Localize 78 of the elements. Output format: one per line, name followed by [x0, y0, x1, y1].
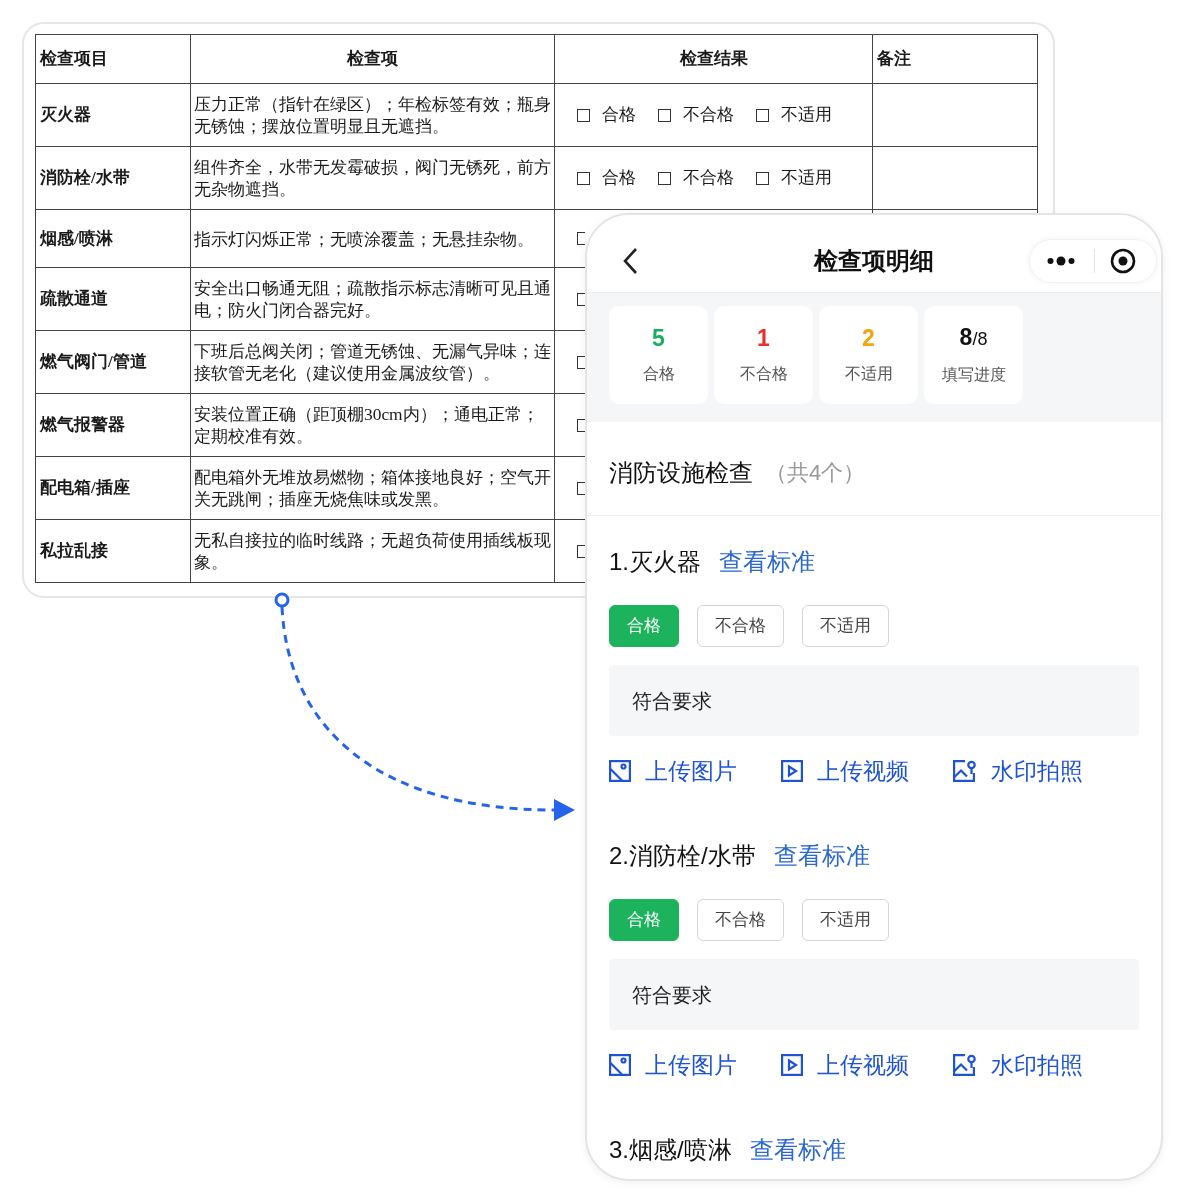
option-button[interactable]: 不合格 — [697, 605, 784, 647]
target-icon — [1110, 247, 1136, 274]
item-name-cell: 私拉乱接 — [40, 541, 108, 561]
item-title: 2.消防栓/水带 — [609, 842, 756, 870]
upload-video-button[interactable]: 上传视频 — [781, 1050, 909, 1080]
checkbox[interactable] — [577, 171, 590, 185]
checkbox-label: 合格 — [602, 167, 636, 190]
item-name-cell: 燃气阀门/管道 — [40, 352, 147, 372]
checkbox[interactable] — [756, 108, 769, 122]
more-dots-icon — [1047, 255, 1075, 266]
checkbox[interactable] — [658, 108, 671, 122]
criteria-cell: 配电箱外无堆放易燃物；箱体接地良好；空气开关无跳闸；插座无烧焦味或发黑。 — [194, 466, 551, 510]
checkbox-label: 不合格 — [683, 167, 734, 190]
picture-icon — [609, 1054, 631, 1076]
item-title: 1.灭火器 — [609, 548, 701, 576]
watermark-photo-button[interactable]: 水印拍照 — [953, 1050, 1083, 1080]
checkbox[interactable] — [577, 418, 585, 432]
checkbox[interactable] — [577, 481, 585, 495]
item-name-cell: 疏散通道 — [40, 289, 108, 309]
play-square-icon — [781, 1054, 803, 1076]
checkbox[interactable] — [577, 292, 585, 306]
stat-label: 填写进度 — [941, 365, 1006, 385]
chevron-left-icon — [622, 246, 638, 275]
item-name-cell: 配电箱/插座 — [40, 478, 130, 498]
stat-value: 5 — [652, 325, 665, 351]
upload-image-button[interactable]: 上传图片 — [609, 1050, 737, 1080]
option-button[interactable]: 不适用 — [802, 605, 889, 647]
checkbox-label: 不适用 — [781, 104, 832, 127]
picture-icon — [609, 760, 631, 782]
option-button[interactable]: 不合格 — [697, 899, 784, 941]
item-name-cell: 消防栓/水带 — [40, 168, 130, 188]
checkbox-label: 合格 — [602, 104, 636, 127]
column-header: 检查项 — [347, 49, 398, 69]
item-title: 3.烟感/喷淋 — [609, 1136, 732, 1164]
picture-pin-icon — [953, 1054, 977, 1076]
view-standard-link[interactable]: 查看标准 — [749, 1136, 846, 1164]
checkbox[interactable] — [577, 544, 585, 558]
view-standard-link[interactable]: 查看标准 — [773, 842, 870, 870]
checkbox[interactable] — [577, 355, 585, 369]
picture-pin-icon — [953, 760, 977, 782]
checkbox[interactable] — [658, 171, 671, 185]
more-button[interactable] — [1046, 254, 1076, 267]
play-square-icon — [781, 760, 803, 782]
item-name-cell: 烟感/喷淋 — [40, 228, 113, 248]
page-title: 检查项明细 — [814, 245, 934, 276]
checkbox-label: 不适用 — [781, 167, 832, 190]
upload-image-button[interactable]: 上传图片 — [609, 756, 737, 786]
upload-video-button[interactable]: 上传视频 — [781, 756, 909, 786]
stat-label: 合格 — [642, 364, 675, 384]
stat-label: 不合格 — [739, 364, 788, 384]
criteria-cell: 下班后总阀关闭；管道无锈蚀、无漏气异味；连接软管无老化（建议使用金属波纹管）。 — [194, 340, 551, 384]
criteria-cell: 组件齐全，水带无发霉破损，阀门无锈死，前方无杂物遮挡。 — [194, 156, 551, 200]
criteria-cell: 压力正常（指针在绿区）；年检标签有效；瓶身无锈蚀；摆放位置明显且无遮挡。 — [194, 93, 551, 137]
remark-field[interactable]: 符合要求 — [609, 959, 1139, 1030]
stat-label: 不适用 — [844, 364, 893, 384]
target-button[interactable] — [1109, 246, 1137, 275]
checkbox[interactable] — [756, 171, 769, 185]
item-name-cell: 灭火器 — [40, 105, 91, 125]
view-standard-link[interactable]: 查看标准 — [719, 548, 815, 576]
item-name-cell: 燃气报警器 — [40, 415, 125, 435]
criteria-cell-text: 安装位置正确（距顶棚30cm内）；通电正常；定期校准有效。 — [194, 403, 540, 447]
section-count: （共4个） — [765, 459, 866, 487]
column-header: 检查结果 — [679, 49, 748, 69]
stat-value: 2 — [862, 325, 875, 351]
remark-field[interactable]: 符合要求 — [609, 665, 1139, 736]
column-header: 检查项目 — [40, 49, 108, 69]
checkbox[interactable] — [577, 108, 590, 122]
criteria-cell: 无私自接拉的临时线路；无超负荷使用插线板现象。 — [194, 529, 551, 573]
criteria-cell-text: 指示灯闪烁正常；无喷涂覆盖；无悬挂杂物。 — [194, 227, 535, 250]
section-title: 消防设施检查 — [609, 457, 753, 488]
criteria-cell: 安全出口畅通无阻；疏散指示标志清晰可见且通电；防火门闭合器完好。 — [194, 277, 551, 321]
column-header: 备注 — [877, 49, 911, 69]
option-button[interactable]: 不适用 — [802, 899, 889, 941]
checkbox-label: 不合格 — [683, 104, 734, 127]
stat-value: 8/8 — [959, 324, 988, 352]
checkbox[interactable] — [577, 232, 585, 245]
watermark-photo-button[interactable]: 水印拍照 — [953, 756, 1083, 786]
stat-value: 1 — [757, 325, 770, 351]
